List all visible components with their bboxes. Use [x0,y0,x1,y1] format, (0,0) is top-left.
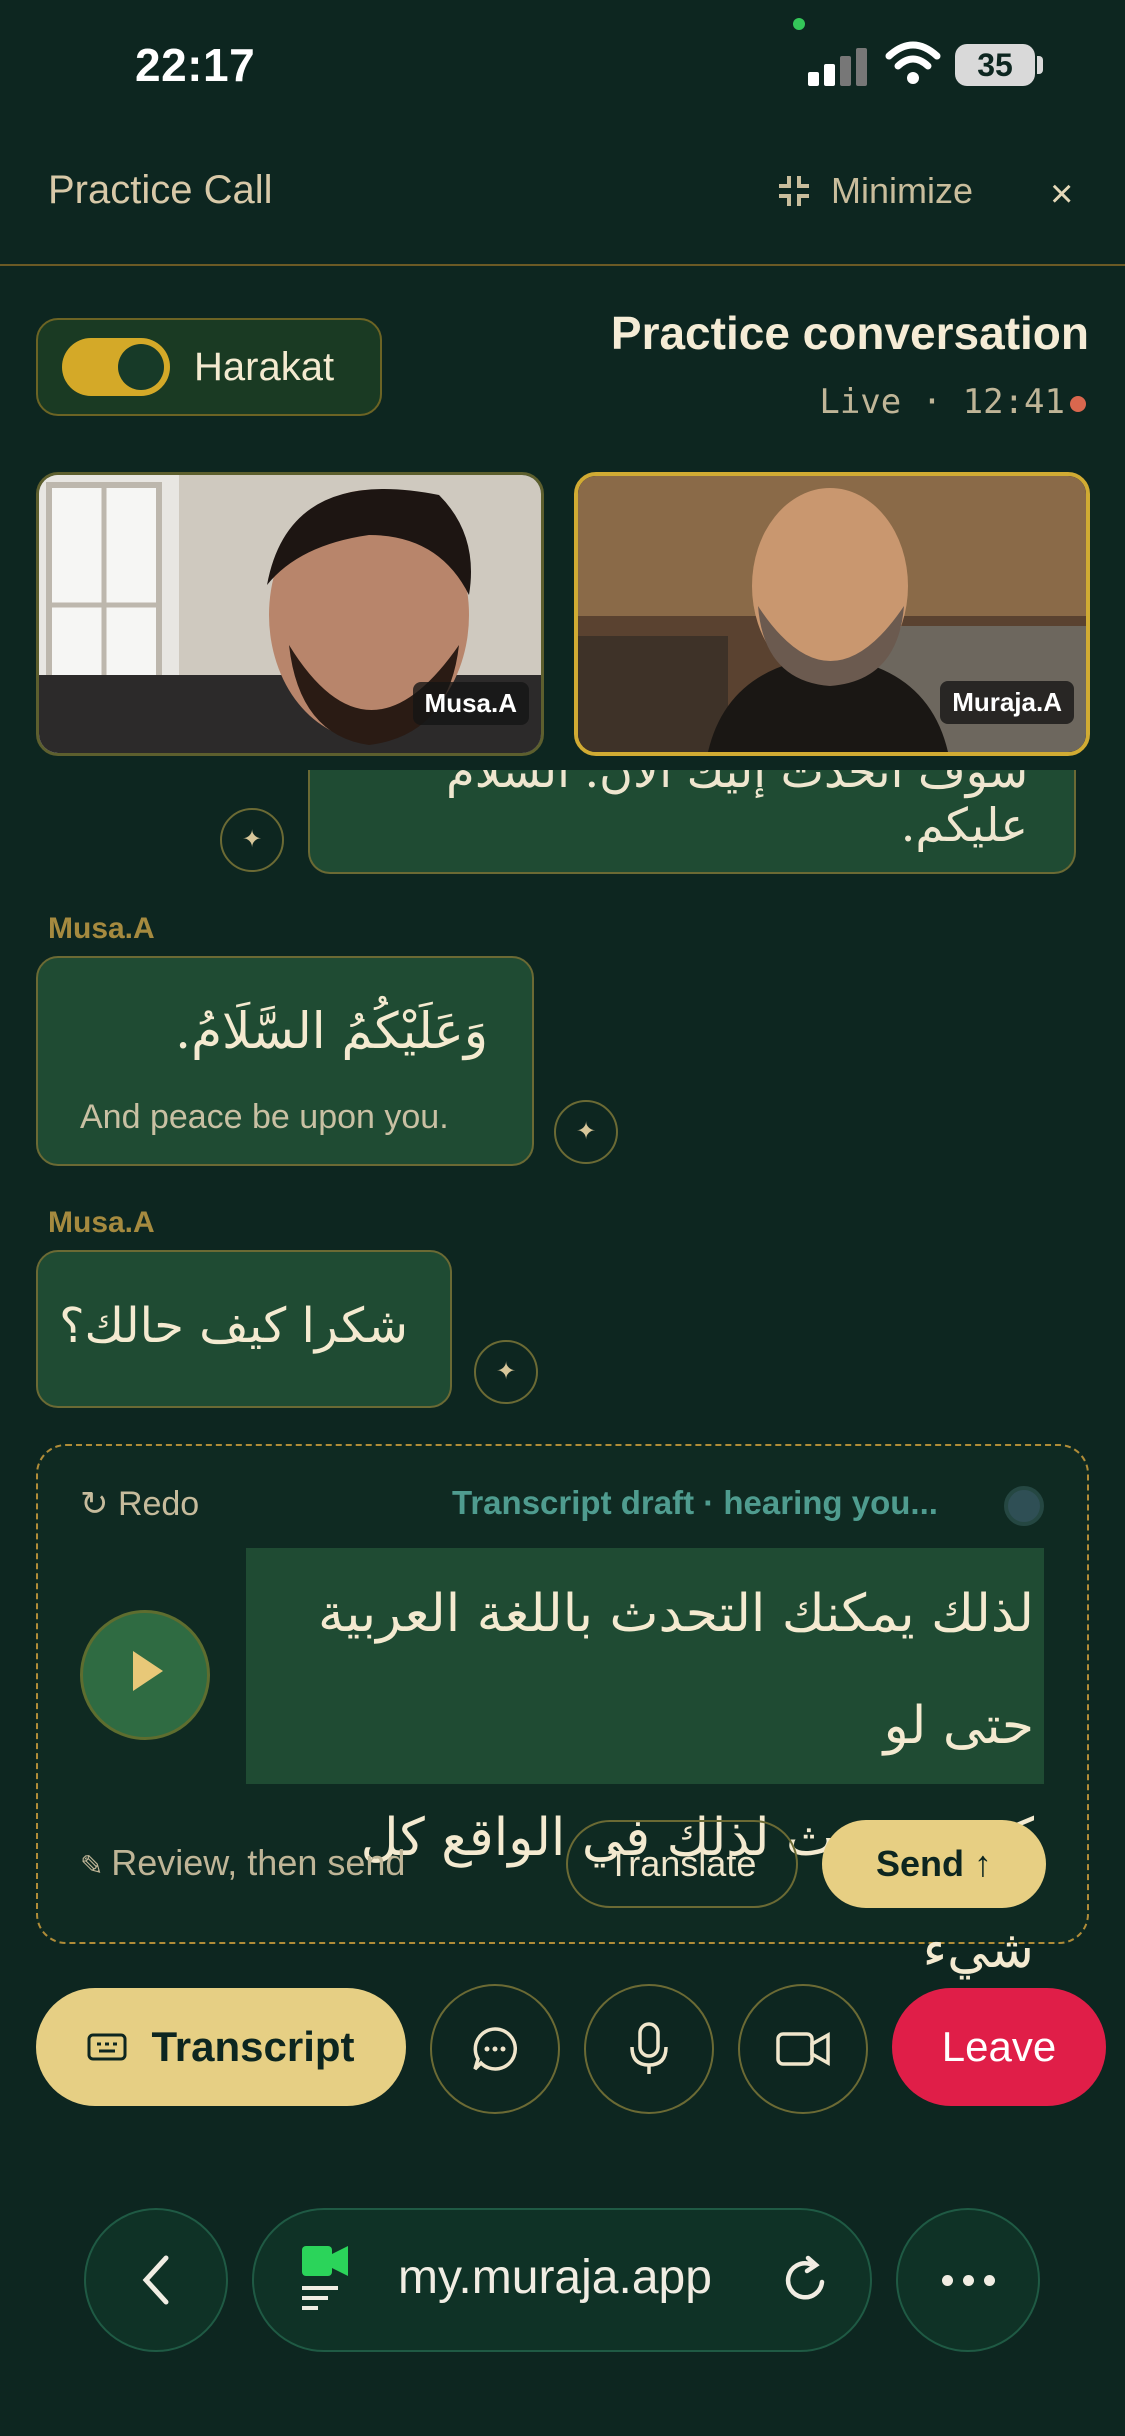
message-sender: Musa.A [48,912,155,945]
leave-button[interactable]: Leave [892,1988,1106,2106]
browser-more-button[interactable] [896,2208,1040,2352]
live-status: Live · 12:41 [819,382,1065,422]
switch-knob [118,344,164,390]
more-icon [983,2274,995,2286]
video-tile-muraja[interactable]: Muraja.A [574,472,1090,756]
review-hint-label: Review, then send [111,1842,406,1883]
sparkle-icon: ✦ [575,1118,597,1145]
draft-transcript-text[interactable]: لذلك يمكنك التحدث باللغة العربية حتى لو … [246,1548,1044,1980]
cellular-signal-icon [808,46,868,86]
more-icon [962,2274,974,2286]
reload-icon[interactable] [780,2254,832,2306]
minimize-button[interactable]: Minimize [775,170,973,212]
back-chevron-icon [142,2255,169,2305]
translate-button[interactable]: Translate [566,1820,798,1908]
participant-name-tag: Muraja.A [940,681,1074,724]
review-hint: ✎ Review, then send [80,1842,405,1884]
microphone-button[interactable] [584,1984,714,2114]
message-arabic: شكرا كيف حالك؟ [59,1298,408,1354]
message-translation: And peace be upon you. [80,1098,449,1136]
wifi-icon [885,41,941,84]
keyboard-icon [87,2033,127,2061]
sparkle-icon: ✦ [241,826,263,853]
battery-indicator: 35 [955,44,1035,86]
harakat-toggle[interactable]: Harakat [36,318,382,416]
close-button[interactable]: × [1050,172,1073,217]
sparkle-button[interactable]: ✦ [474,1340,538,1404]
redo-icon: ↻ [80,1485,118,1523]
minimize-icon [779,176,809,206]
transcript-label: Transcript [151,2023,355,2070]
sparkle-button[interactable]: ✦ [220,808,284,872]
conversation-title: Practice conversation [610,307,1089,359]
harakat-label: Harakat [194,344,335,389]
app-title: Practice Call [48,168,273,212]
message-arabic: وَعَلَيْكُمُ السَّلَامُ. [175,1002,488,1060]
loading-spinner [1004,1486,1044,1526]
pencil-icon: ✎ [80,1850,112,1881]
video-camera-icon [776,2032,830,2066]
send-button[interactable]: Send ↑ [822,1820,1046,1908]
chat-icon [473,2027,518,2071]
participant-name-tag: Musa.A [412,682,529,725]
browser-back-button[interactable] [84,2208,228,2352]
chat-bubble-other: وَعَلَيْكُمُ السَّلَامُ. And peace be up… [36,956,534,1166]
camera-indicator [793,18,805,30]
harakat-switch[interactable] [62,338,170,396]
more-icon [941,2274,953,2286]
redo-button[interactable]: ↻ Redo [80,1484,199,1524]
chat-bubble-self: سوف أتحدث إليك الآن. السلام عليكم. [308,770,1076,874]
sparkle-button[interactable]: ✦ [554,1100,618,1164]
chat-bubble-other: شكرا كيف حالك؟ [36,1250,452,1408]
transcript-button[interactable]: Transcript [36,1988,406,2106]
message-sender: Musa.A [48,1206,155,1239]
header-divider [0,264,1125,266]
chat-button[interactable] [430,1984,560,2114]
battery-tip [1037,56,1043,74]
video-tile-musa[interactable]: Musa.A [36,472,544,756]
play-button[interactable] [80,1610,210,1740]
meet-icon [302,2246,348,2310]
url-text: my.muraja.app [398,2251,712,2304]
draft-line: لذلك يمكنك التحدث باللغة العربية حتى لو [318,1584,1034,1756]
minimize-label: Minimize [831,170,974,211]
status-time: 22:17 [135,39,256,91]
microphone-icon [630,2022,668,2074]
sparkle-icon: ✦ [495,1358,517,1385]
message-arabic: سوف أتحدث إليك الآن. السلام عليكم. [446,770,1028,852]
live-dot [1070,396,1086,412]
camera-button[interactable] [738,1984,868,2114]
close-icon: × [1050,172,1074,216]
draft-status: Transcript draft · hearing you... [452,1484,938,1521]
redo-label: Redo [117,1485,200,1523]
